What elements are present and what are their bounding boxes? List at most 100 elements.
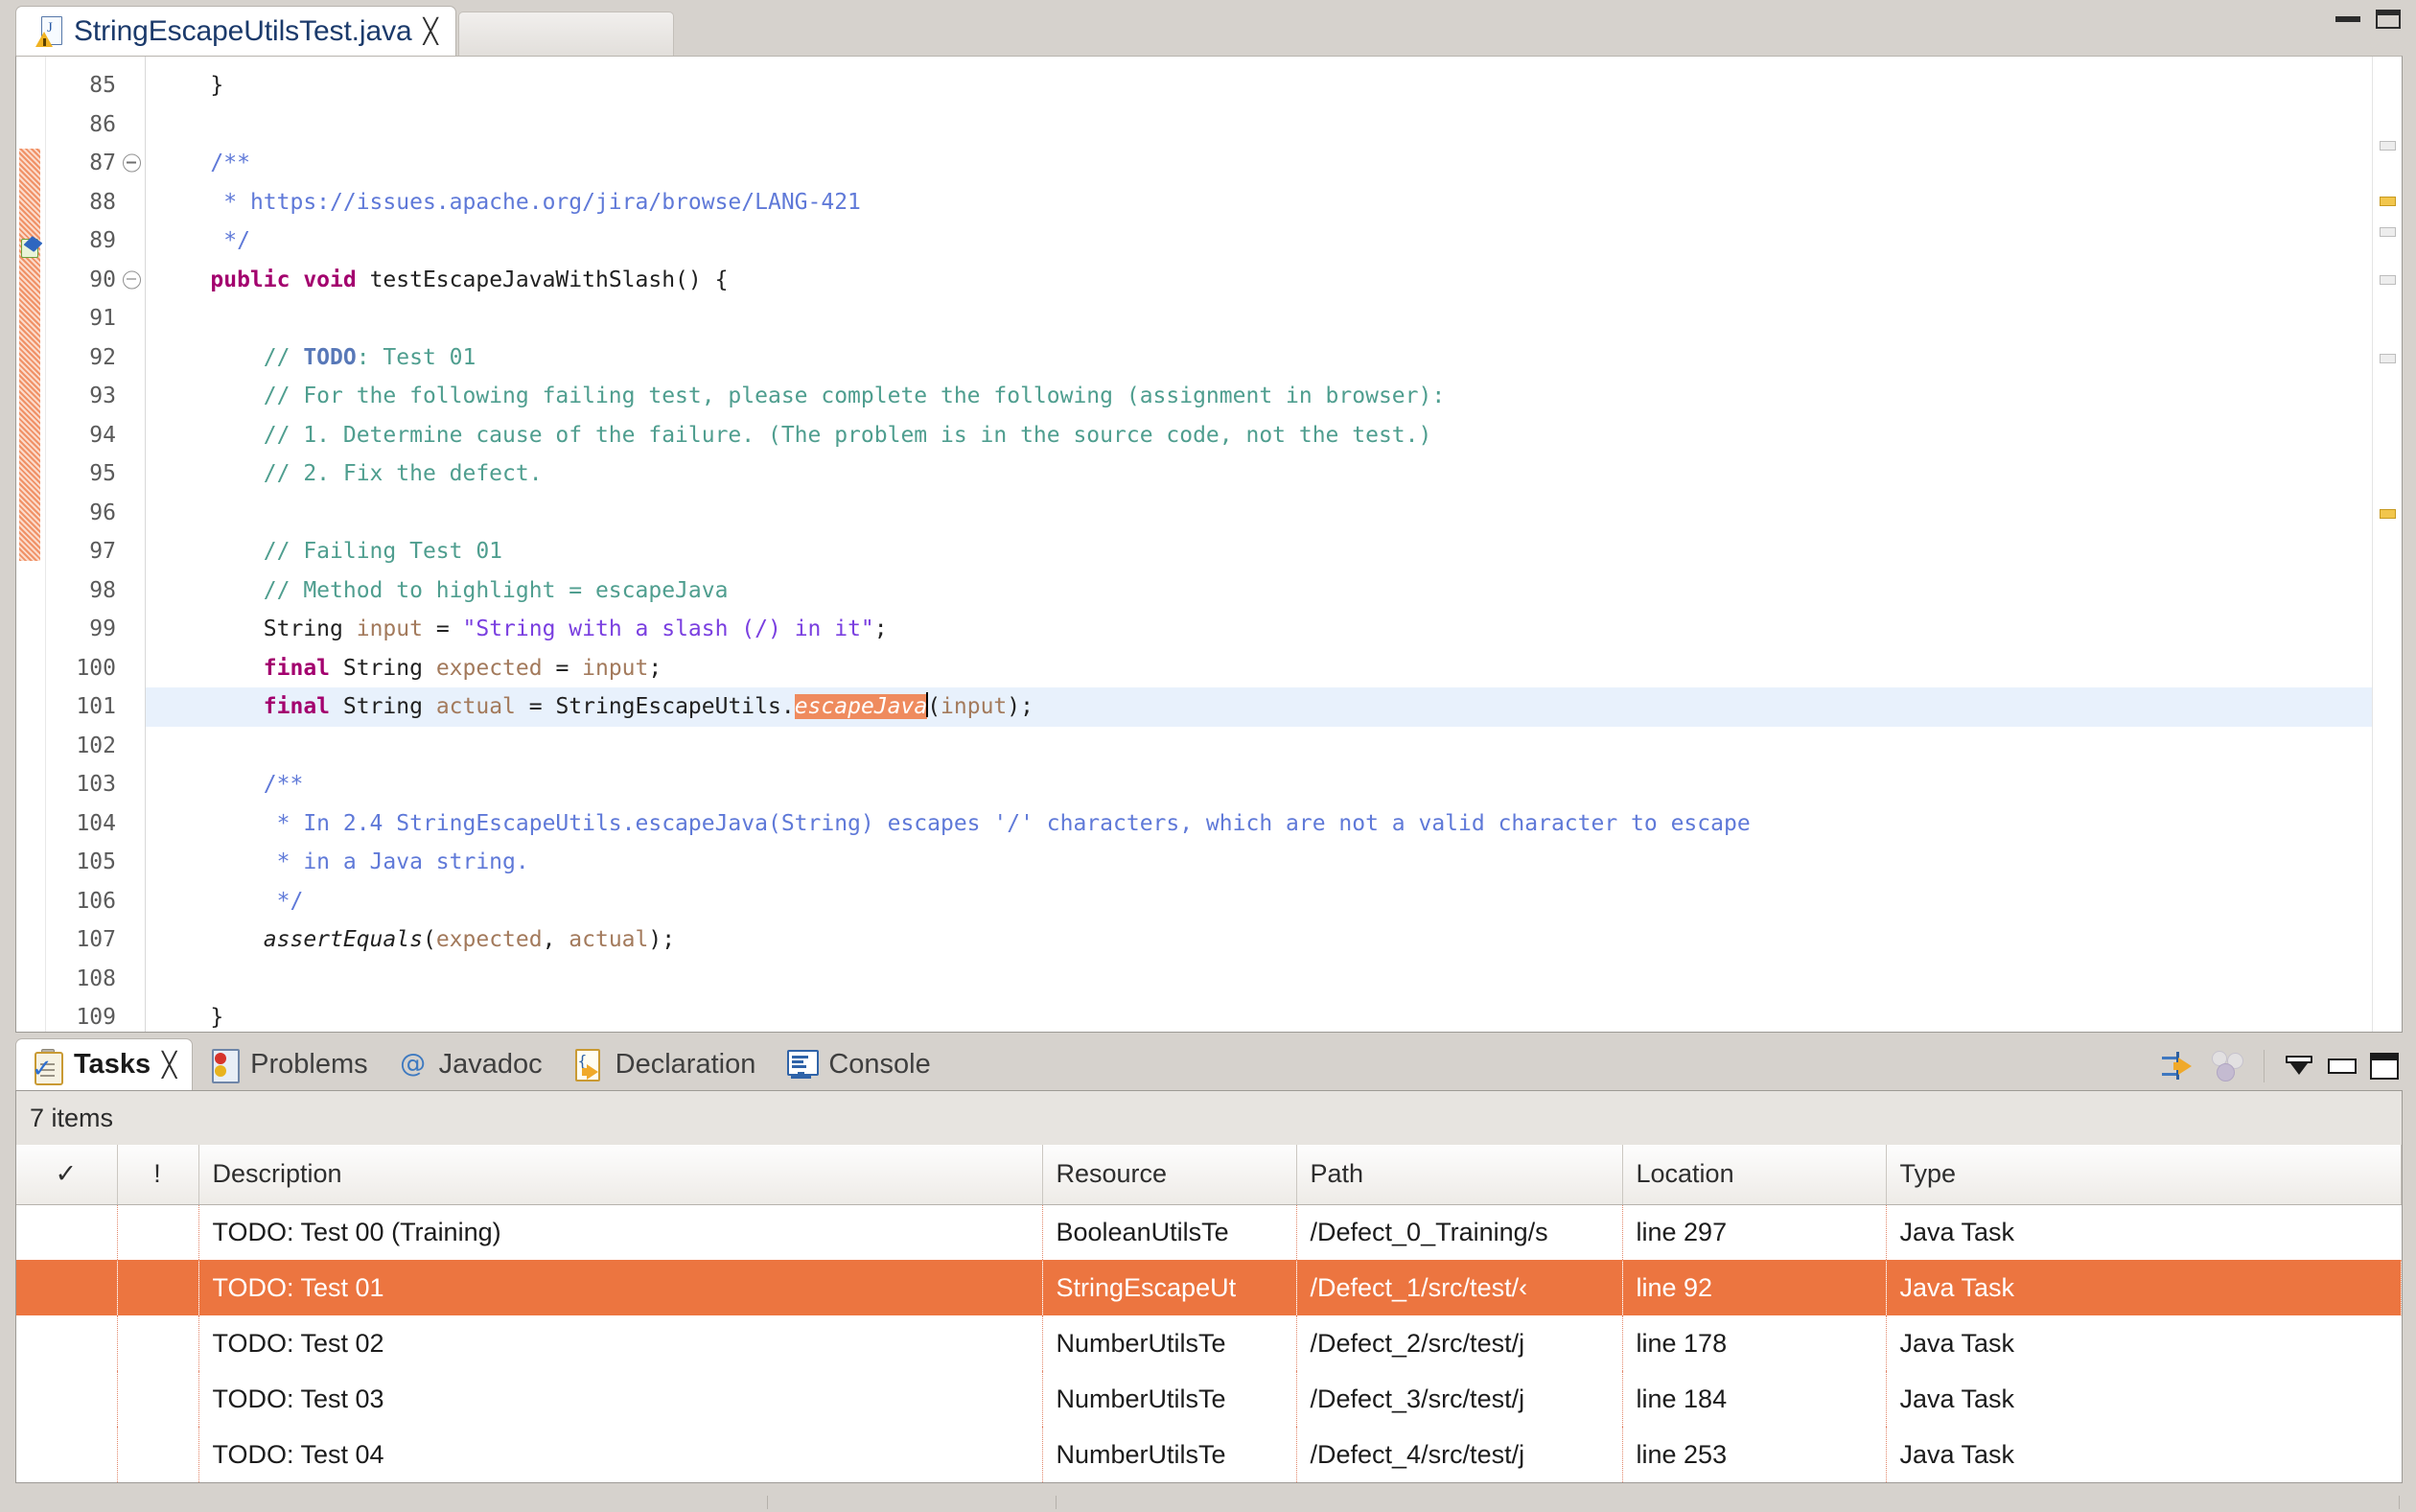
overview-marker-current	[2380, 197, 2396, 206]
bottom-view-part: ✓ Tasks ╳ Problems @ Javadoc {Declaration Conso…	[0, 1033, 2416, 1512]
close-icon[interactable]: ╳	[424, 19, 438, 43]
tab-label: Console	[828, 1048, 931, 1080]
tab-javadoc[interactable]: @ Javadoc	[383, 1038, 558, 1090]
overview-ruler[interactable]	[2372, 57, 2402, 1032]
editor-part: J StringEscapeUtilsTest.java ╳ 85 86 87 88 8…	[0, 0, 2416, 1033]
code-token: "String with a slash (/) in it"	[462, 616, 874, 641]
editor-tab-stringescapeutilstest[interactable]: J StringEscapeUtilsTest.java ╳	[15, 6, 456, 56]
code-line[interactable]	[146, 105, 2372, 145]
tasks-table-body[interactable]: TODO: Test 00 (Training) BooleanUtilsTe/D…	[16, 1204, 2402, 1482]
code-token: ;	[873, 616, 888, 641]
cell-location: line 184	[1622, 1371, 1887, 1427]
line-number: 109	[76, 1005, 116, 1030]
code-token: String	[330, 694, 436, 719]
line-number: 91	[89, 306, 116, 331]
cell-description: TODO: Test 04	[198, 1427, 1043, 1482]
code-line[interactable]: * https://issues.apache.org/jira/browse/…	[146, 183, 2372, 222]
code-token: (	[927, 694, 941, 719]
code-line[interactable]: // TODO: Test 01	[146, 338, 2372, 378]
code-line[interactable]: String input = "String with a slash (/) …	[146, 610, 2372, 649]
code-token: TODO	[303, 344, 357, 370]
code-line[interactable]	[146, 727, 2372, 766]
code-line[interactable]: // 2. Fix the defect.	[146, 454, 2372, 494]
code-line[interactable]	[146, 494, 2372, 533]
column-header-resource[interactable]: Resource	[1042, 1145, 1297, 1205]
focus-on-selection-icon[interactable]	[2162, 1050, 2198, 1082]
overview-marker	[2380, 509, 2396, 519]
code-line[interactable]: /**	[146, 144, 2372, 183]
table-row[interactable]: TODO: Test 01 StringEscapeUt/Defect_1/src…	[16, 1260, 2402, 1315]
toolbar-separator	[2264, 1050, 2265, 1082]
code-line[interactable]: */	[146, 882, 2372, 921]
code-line[interactable]: // Failing Test 01	[146, 532, 2372, 571]
code-token: ;	[648, 655, 662, 681]
editor-tab-stub	[457, 12, 674, 56]
annotation-ruler[interactable]	[16, 57, 46, 1032]
code-line[interactable]: public void testEscapeJavaWithSlash() {	[146, 261, 2372, 300]
cell-resource: NumberUtilsTe	[1042, 1371, 1297, 1427]
code-line[interactable]	[146, 960, 2372, 999]
fold-toggle-icon[interactable]	[123, 153, 141, 173]
code-line[interactable]	[146, 299, 2372, 338]
minimize-icon[interactable]	[2335, 16, 2360, 22]
code-line[interactable]: /**	[146, 765, 2372, 804]
column-header-location[interactable]: Location	[1622, 1145, 1887, 1205]
code-token: =	[422, 616, 463, 641]
cell-type: Java Task	[1899, 1328, 2015, 1358]
code-line[interactable]: final String actual = StringEscapeUtils.…	[146, 687, 2372, 727]
minimize-icon[interactable]	[2328, 1058, 2357, 1074]
code-token: // For the following failing test, pleas…	[157, 384, 1446, 408]
column-header-description[interactable]: Description	[198, 1145, 1043, 1205]
maximize-icon[interactable]	[2370, 1053, 2399, 1080]
table-row[interactable]: TODO: Test 00 (Training) BooleanUtilsTe/D…	[16, 1204, 2402, 1260]
code-line[interactable]: }	[146, 66, 2372, 105]
line-number: 87	[46, 144, 145, 183]
cell-location: line 92	[1622, 1260, 1887, 1315]
tab-problems[interactable]: Problems	[193, 1038, 383, 1090]
code-line[interactable]: * In 2.4 StringEscapeUtils.escapeJava(St…	[146, 804, 2372, 844]
line-number: 107	[76, 927, 116, 952]
tasks-table[interactable]: ✓! Description Resource Path Location Type TO…	[16, 1145, 2402, 1482]
code-token: : Test 01	[356, 344, 476, 370]
table-row[interactable]: TODO: Test 03 NumberUtilsTe/Defect_3/src/…	[16, 1371, 2402, 1427]
column-header-check[interactable]: ✓	[16, 1145, 118, 1205]
line-number: 108	[76, 965, 116, 991]
tab-tasks[interactable]: ✓ Tasks ╳	[15, 1038, 194, 1090]
code-line[interactable]: }	[146, 998, 2372, 1032]
cell-priority	[117, 1204, 199, 1260]
cell-description: TODO: Test 01	[198, 1260, 1043, 1315]
tasks-header-row: ✓! Description Resource Path Location Type	[16, 1145, 2402, 1205]
code-line[interactable]: // Method to highlight = escapeJava	[146, 571, 2372, 611]
table-row[interactable]: TODO: Test 02 NumberUtilsTe/Defect_2/src/…	[16, 1315, 2402, 1371]
tab-label: Javadoc	[438, 1048, 543, 1080]
tab-declaration[interactable]: {Declaration	[558, 1038, 772, 1090]
filters-icon[interactable]	[2212, 1051, 2244, 1082]
tab-console[interactable]: Console	[771, 1038, 945, 1090]
todo-task-marker-icon[interactable]	[18, 236, 43, 260]
code-editor-text[interactable]: } /** * https://issues.apache.org/jira/b…	[146, 57, 2372, 1032]
cell-priority	[117, 1371, 199, 1427]
line-number-ruler: 85 86 87 88 89 90 91 92 93 94 95 96 97 98 99 100 101 102 1…	[46, 57, 146, 1032]
close-icon[interactable]: ╳	[162, 1053, 176, 1077]
code-line[interactable]: final String expected = input;	[146, 649, 2372, 688]
line-number: 104	[76, 810, 116, 836]
code-line[interactable]: // For the following failing test, pleas…	[146, 377, 2372, 416]
java-file-warning-icon: J	[35, 15, 62, 47]
code-line[interactable]: assertEquals(expected, actual);	[146, 920, 2372, 960]
code-line[interactable]: // 1. Determine cause of the failure. (T…	[146, 416, 2372, 455]
code-line[interactable]: * in a Java string.	[146, 843, 2372, 882]
fold-toggle-icon[interactable]	[123, 270, 141, 290]
table-row[interactable]: TODO: Test 04 NumberUtilsTe/Defect_4/src/…	[16, 1427, 2402, 1482]
view-menu-icon[interactable]	[2284, 1054, 2314, 1079]
column-header-type[interactable]: Type	[1886, 1145, 2402, 1205]
code-token: String	[157, 616, 357, 641]
code-token: }	[157, 1005, 224, 1030]
maximize-icon[interactable]	[2376, 10, 2401, 29]
cell-type: Java Task	[1899, 1217, 2015, 1246]
column-header-path[interactable]: Path	[1296, 1145, 1623, 1205]
code-line[interactable]: */	[146, 221, 2372, 261]
column-header-priority[interactable]: !	[117, 1145, 199, 1205]
occurrence-marker	[19, 149, 40, 561]
